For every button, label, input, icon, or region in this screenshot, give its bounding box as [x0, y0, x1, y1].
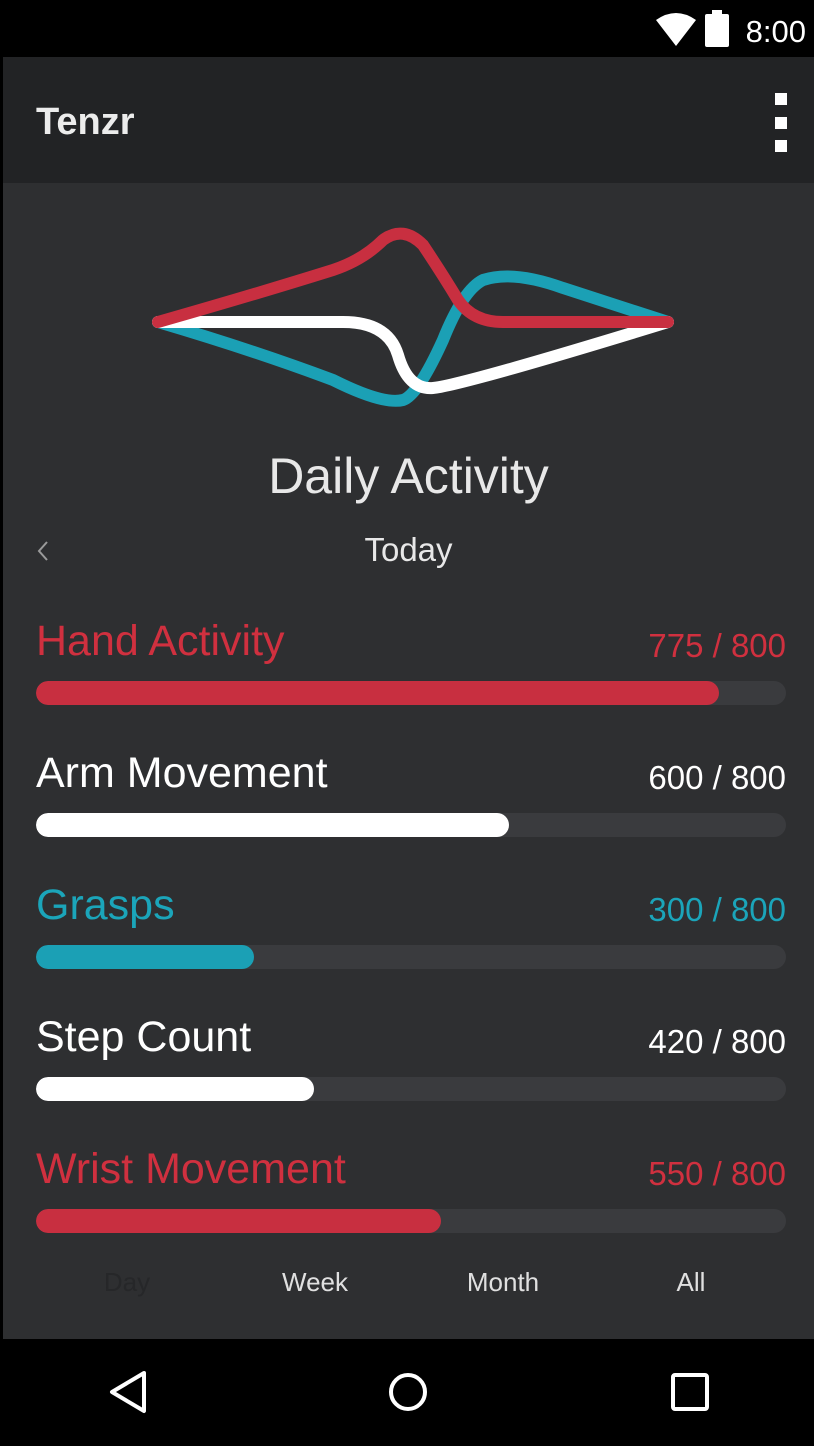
more-vert-icon[interactable] [767, 93, 797, 153]
tenzr-logo [152, 227, 674, 407]
metric-arm-movement: Arm Movement 600 / 800 [36, 749, 786, 849]
tab-week[interactable]: Week [235, 1267, 395, 1298]
metric-step-count: Step Count 420 / 800 [36, 1013, 786, 1113]
metric-value: 300 / 800 [648, 891, 786, 928]
progress-track [36, 681, 786, 705]
metric-name: Step Count [36, 1013, 252, 1061]
metric-value: 600 / 800 [648, 759, 786, 796]
progress-track [36, 813, 786, 837]
tab-all[interactable]: All [611, 1267, 771, 1298]
main-content: Daily Activity Today Hand Activity 775 /… [3, 183, 814, 1339]
app-bar: Tenzr [3, 57, 814, 183]
progress-fill [36, 1077, 314, 1101]
metric-value: 775 / 800 [648, 627, 786, 664]
tab-day[interactable]: Day [47, 1267, 207, 1298]
progress-fill [36, 813, 509, 837]
system-nav-bar [0, 1339, 814, 1446]
progress-fill [36, 681, 719, 705]
metric-name: Arm Movement [36, 749, 328, 797]
progress-track [36, 1077, 786, 1101]
metric-name: Hand Activity [36, 617, 285, 665]
metric-wrist-movement: Wrist Movement 550 / 800 [36, 1145, 786, 1245]
wifi-icon [656, 13, 696, 46]
page-heading: Daily Activity [268, 448, 549, 504]
recents-icon[interactable] [668, 1369, 712, 1415]
battery-icon [705, 10, 729, 47]
period-tabs: Day Week Month All [3, 1267, 814, 1317]
app-title: Tenzr [36, 101, 135, 143]
metric-name: Wrist Movement [36, 1145, 346, 1193]
back-icon[interactable] [106, 1369, 150, 1415]
metric-value: 420 / 800 [648, 1023, 786, 1060]
metric-grasps: Grasps 300 / 800 [36, 881, 786, 981]
status-bar: 8:00 [0, 0, 814, 57]
tab-month[interactable]: Month [423, 1267, 583, 1298]
progress-fill [36, 1209, 441, 1233]
metric-value: 550 / 800 [648, 1155, 786, 1192]
progress-track [36, 1209, 786, 1233]
metric-hand-activity: Hand Activity 775 / 800 [36, 617, 786, 717]
metric-name: Grasps [36, 881, 175, 929]
status-time: 8:00 [745, 14, 806, 49]
home-icon[interactable] [386, 1369, 430, 1415]
date-label: Today [364, 531, 453, 568]
progress-track [36, 945, 786, 969]
progress-fill [36, 945, 254, 969]
